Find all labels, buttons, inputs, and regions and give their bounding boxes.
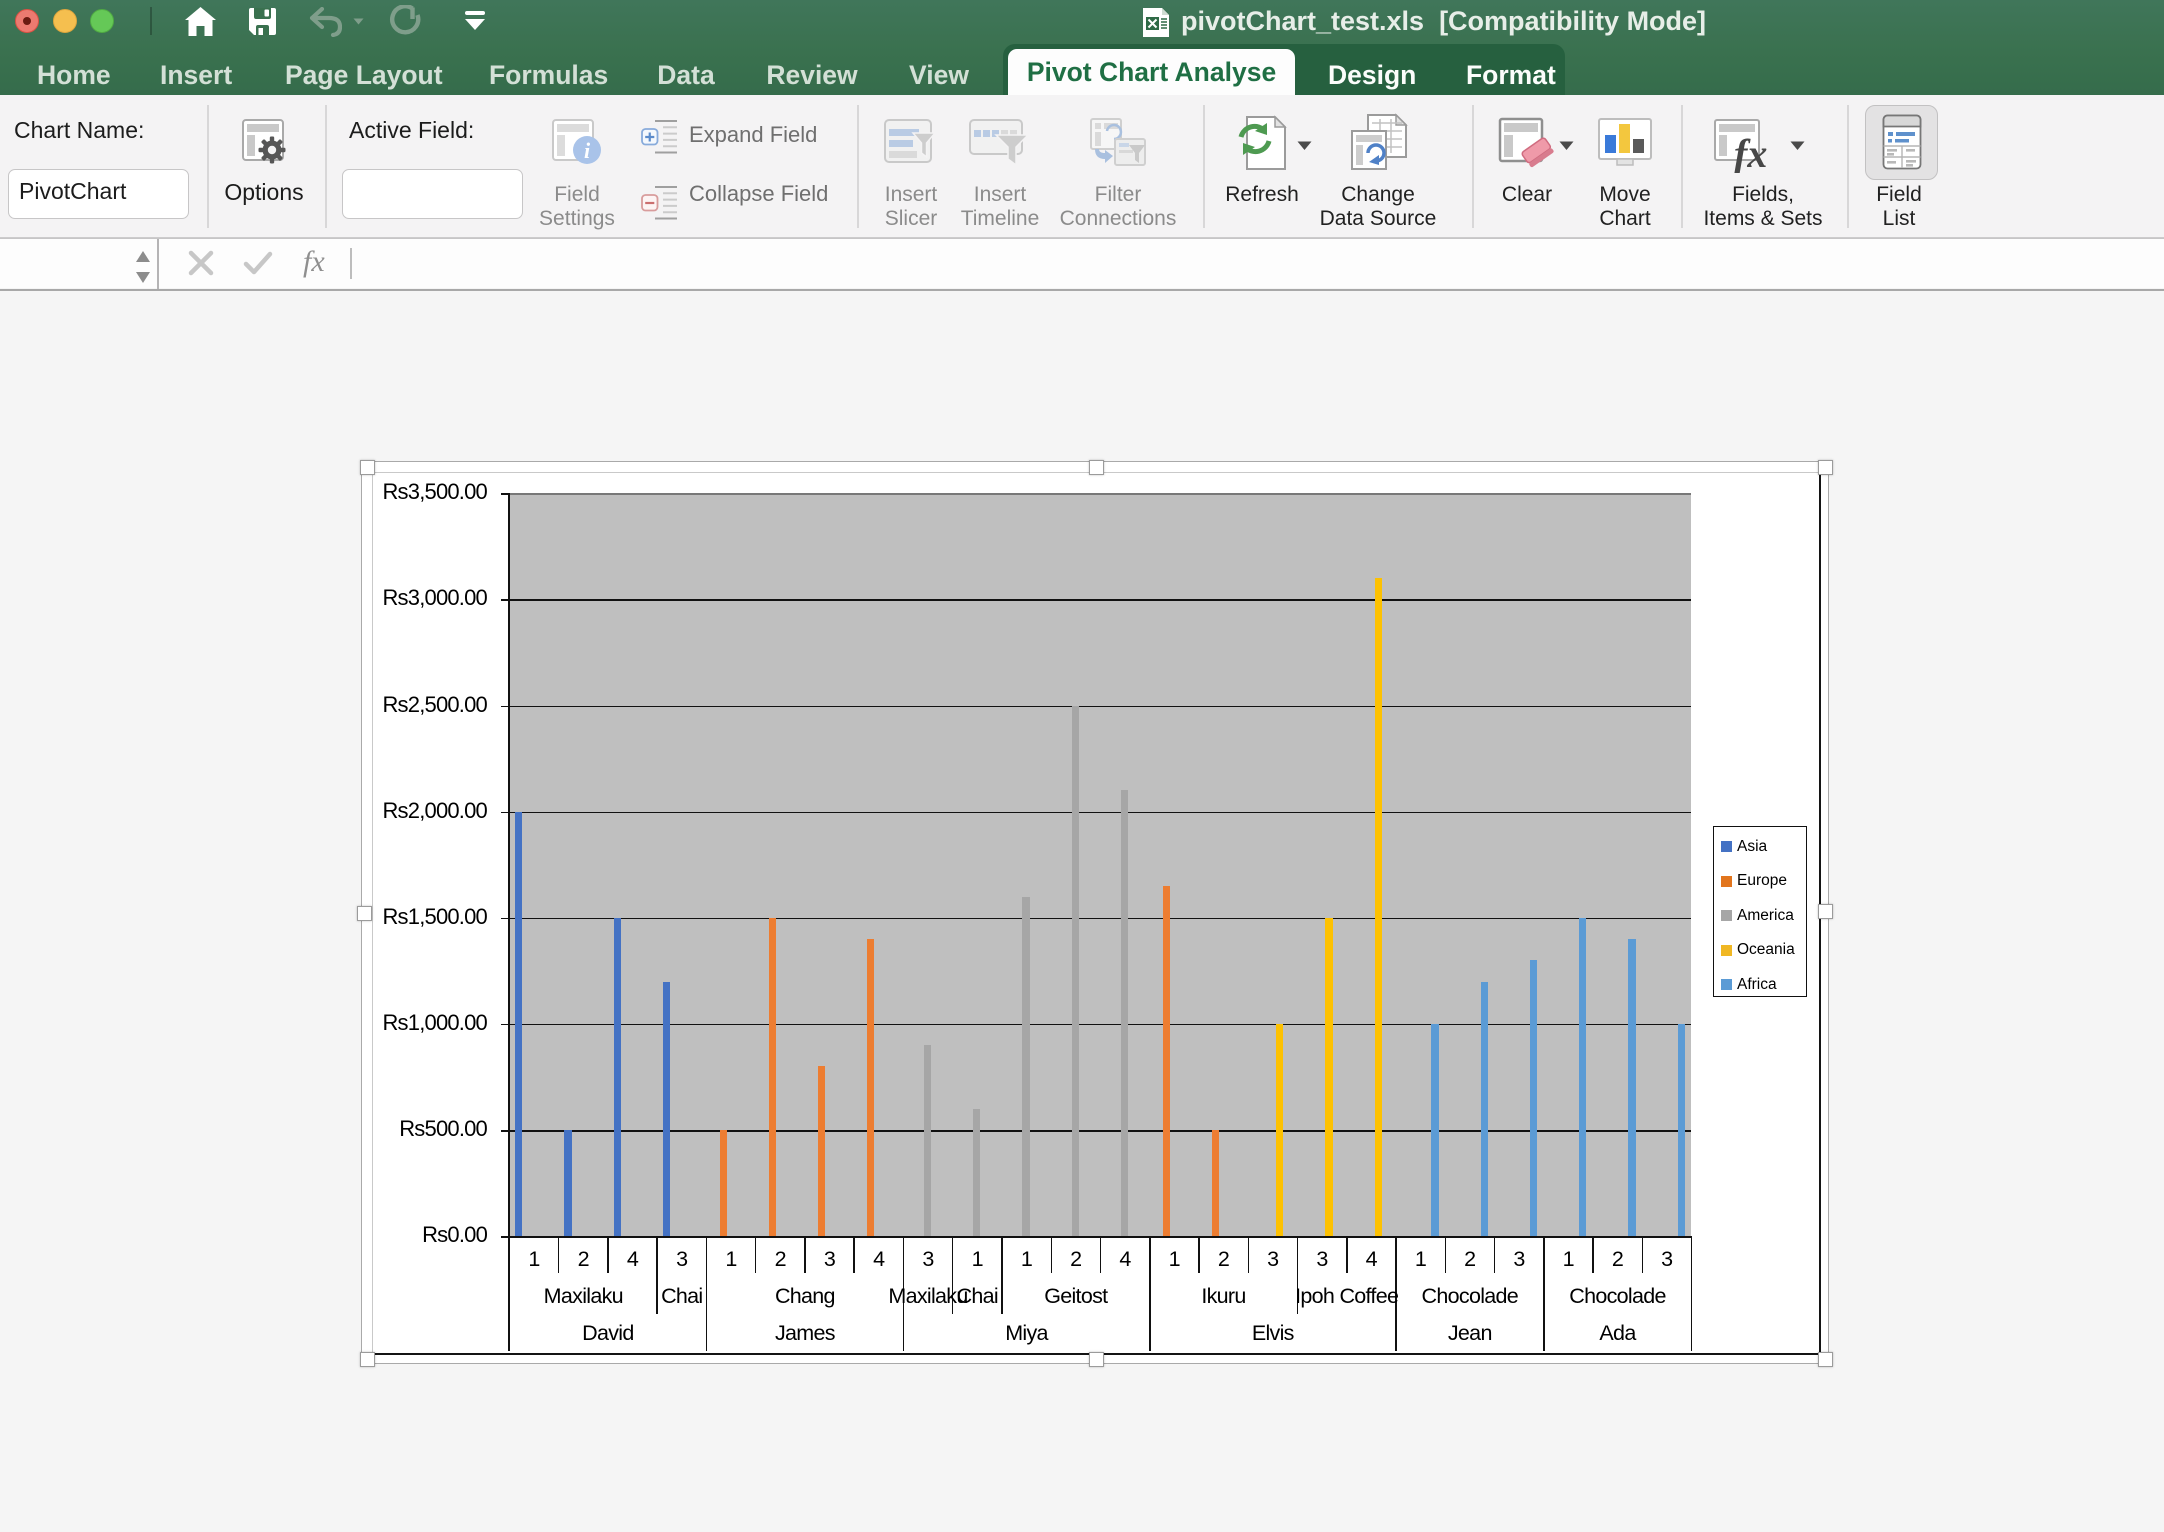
svg-text:fx: fx [1734,131,1767,173]
svg-text:i: i [584,138,591,163]
